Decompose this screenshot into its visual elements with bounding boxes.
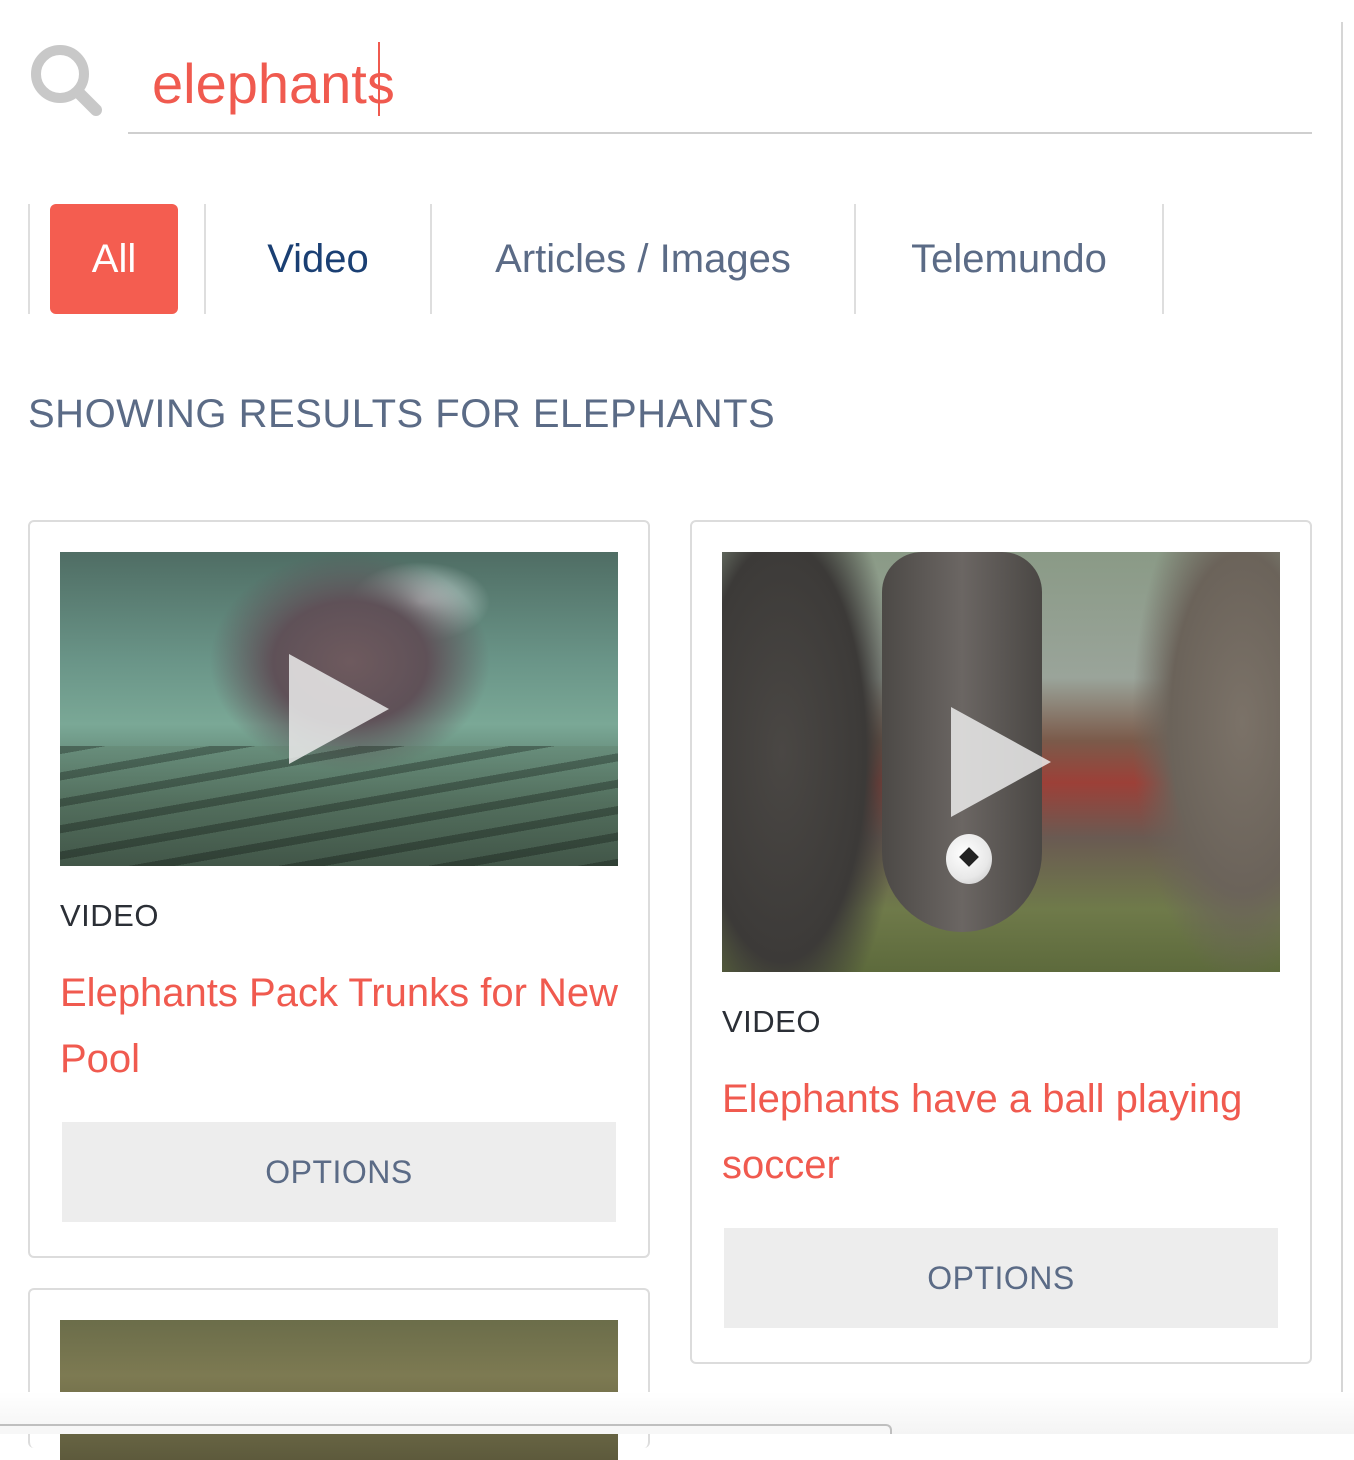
options-button[interactable]: OPTIONS (62, 1122, 616, 1222)
filter-tabs: All Video Articles / Images Telemundo (28, 204, 1168, 314)
content-type-label: VIDEO (722, 1004, 821, 1039)
tab-telemundo[interactable]: Telemundo (856, 204, 1162, 314)
tab-video[interactable]: Video (206, 204, 430, 314)
search-input[interactable] (128, 34, 1312, 134)
result-card: VIDEO Elephants have a ball playing socc… (690, 520, 1312, 1364)
text-caret (378, 42, 380, 116)
thumbnail-scenery (60, 746, 618, 866)
search-icon[interactable] (28, 42, 104, 118)
results-heading: SHOWING RESULTS FOR ELEPHANTS (28, 392, 776, 436)
page-right-border (1341, 22, 1343, 1392)
play-icon[interactable] (951, 707, 1051, 817)
video-thumbnail[interactable] (60, 552, 618, 866)
result-title-link[interactable]: Elephants Pack Trunks for New Pool (60, 960, 620, 1092)
video-thumbnail[interactable] (722, 552, 1280, 972)
horizontal-scrollbar[interactable] (0, 1424, 892, 1434)
tab-divider (28, 204, 30, 314)
soccer-ball-graphic (946, 834, 992, 884)
tab-divider (1162, 204, 1164, 314)
result-card: VIDEO Elephants Pack Trunks for New Pool… (28, 520, 650, 1258)
play-icon[interactable] (289, 654, 389, 764)
tab-all[interactable]: All (50, 204, 178, 314)
video-thumbnail[interactable] (60, 1320, 618, 1460)
content-type-label: VIDEO (60, 898, 159, 933)
tab-articles-images[interactable]: Articles / Images (432, 204, 854, 314)
options-button[interactable]: OPTIONS (724, 1228, 1278, 1328)
result-title-link[interactable]: Elephants have a ball playing soccer (722, 1066, 1282, 1198)
